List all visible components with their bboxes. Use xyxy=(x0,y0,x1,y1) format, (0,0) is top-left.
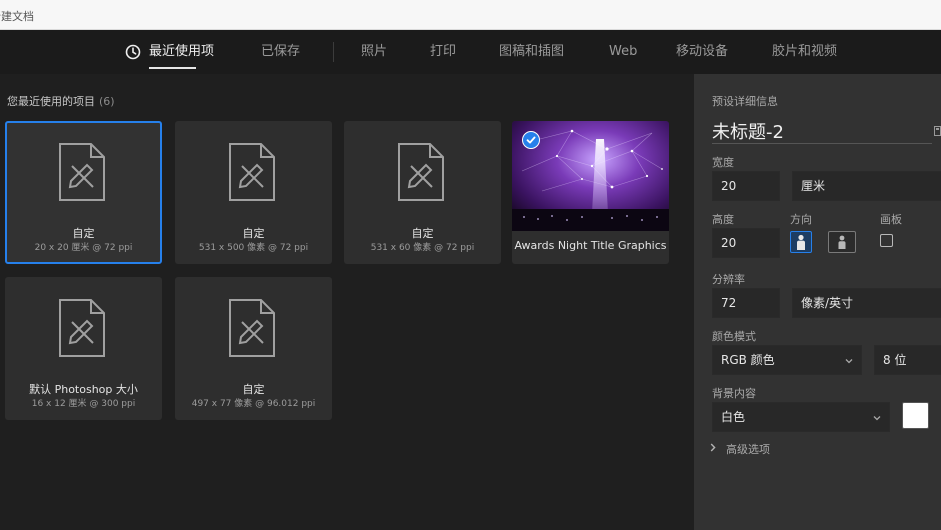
advanced-options-label: 高级选项 xyxy=(726,443,770,456)
recent-count: (6) xyxy=(99,95,115,108)
window-titlebar: 新建文档 xyxy=(0,0,941,30)
tab-web-label: Web xyxy=(609,44,638,59)
background-color-swatch[interactable] xyxy=(902,402,929,429)
tab-saved-label: 已保存 xyxy=(261,44,301,59)
template-card[interactable]: Awards Night Title Graphics xyxy=(512,121,669,264)
tab-photo-label: 照片 xyxy=(361,44,388,59)
document-preset-icon xyxy=(229,143,275,201)
width-unit-select[interactable]: 厘米 xyxy=(792,171,941,201)
tab-photo[interactable]: 照片 xyxy=(361,30,387,74)
background-contents-label: 背景内容 xyxy=(712,387,756,400)
active-tab-indicator xyxy=(149,67,196,69)
portrait-person-icon xyxy=(797,234,805,250)
tab-web[interactable]: Web xyxy=(609,30,637,74)
artboard-label: 画板 xyxy=(880,213,902,226)
document-preset-icon xyxy=(398,143,444,201)
width-input[interactable]: 20 xyxy=(712,171,780,201)
checkmark-icon xyxy=(522,131,540,149)
chevron-down-icon xyxy=(845,359,853,364)
recent-title-text: 您最近使用的项目 xyxy=(7,95,95,108)
recent-item-label: 自定 xyxy=(72,227,95,240)
orientation-portrait-button[interactable] xyxy=(790,231,812,253)
document-preset-icon xyxy=(59,143,105,201)
recent-item-label: 默认 Photoshop 大小 xyxy=(29,383,138,396)
recent-item-label: 自定 xyxy=(242,227,265,240)
recent-item-detail: 16 x 12 厘米 @ 300 ppi xyxy=(31,399,136,409)
recent-item-card[interactable]: 默认 Photoshop 大小 16 x 12 厘米 @ 300 ppi xyxy=(5,277,162,420)
preset-details-heading: 预设详细信息 xyxy=(712,95,778,108)
recent-items-pane: 您最近使用的项目 (6) 自定 20 x 20 厘米 @ 72 ppi 自定 53… xyxy=(0,74,694,530)
chevron-right-icon xyxy=(710,443,716,452)
recent-item-card[interactable]: 自定 531 x 60 像素 @ 72 ppi xyxy=(344,121,501,264)
clock-icon xyxy=(125,44,141,60)
tab-saved[interactable]: 已保存 xyxy=(261,30,300,74)
color-mode-label: 颜色模式 xyxy=(712,330,756,343)
save-preset-icon[interactable] xyxy=(934,126,941,136)
resolution-input[interactable]: 72 xyxy=(712,288,780,318)
window-title: 新建文档 xyxy=(0,10,34,23)
recent-item-detail: 531 x 60 像素 @ 72 ppi xyxy=(370,243,475,253)
height-input[interactable]: 20 xyxy=(712,228,780,258)
resolution-label: 分辨率 xyxy=(712,273,745,286)
recent-item-detail: 497 x 77 像素 @ 96.012 ppi xyxy=(191,399,316,409)
orientation-landscape-button[interactable] xyxy=(828,231,856,253)
document-name-underline xyxy=(712,143,932,144)
width-label: 宽度 xyxy=(712,156,734,169)
width-unit-value: 厘米 xyxy=(801,179,826,193)
artboard-checkbox[interactable] xyxy=(880,234,893,247)
landscape-person-icon xyxy=(838,235,846,249)
tab-art-illustration-label: 图稿和插图 xyxy=(499,44,565,59)
recent-section-title: 您最近使用的项目 (6) xyxy=(7,93,115,109)
recent-item-detail: 531 x 500 像素 @ 72 ppi xyxy=(198,243,309,253)
tab-print[interactable]: 打印 xyxy=(430,30,456,74)
bit-depth-value: 8 位 xyxy=(883,353,907,367)
orientation-label: 方向 xyxy=(790,213,812,226)
recent-item-label: 自定 xyxy=(411,227,434,240)
height-label: 高度 xyxy=(712,213,734,226)
template-title: Awards Night Title Graphics xyxy=(514,239,667,252)
bit-depth-select[interactable]: 8 位 xyxy=(874,345,941,375)
resolution-unit-value: 像素/英寸 xyxy=(801,296,854,310)
tab-mobile-label: 移动设备 xyxy=(676,44,729,59)
tab-art-illustration[interactable]: 图稿和插图 xyxy=(499,30,564,74)
tab-film-video[interactable]: 胶片和视频 xyxy=(772,30,837,74)
recent-item-detail: 20 x 20 厘米 @ 72 ppi xyxy=(34,243,133,253)
recent-item-card[interactable]: 自定 497 x 77 像素 @ 96.012 ppi xyxy=(175,277,332,420)
color-mode-value: RGB 颜色 xyxy=(721,353,775,367)
document-name-input[interactable]: 未标题-2 xyxy=(712,118,784,144)
tab-film-video-label: 胶片和视频 xyxy=(772,44,838,59)
preset-category-tabs: 最近使用项 已保存 照片 打印 图稿和插图 Web 移动设备 胶片和视频 xyxy=(0,30,941,74)
recent-item-card[interactable]: 自定 531 x 500 像素 @ 72 ppi xyxy=(175,121,332,264)
document-preset-icon xyxy=(59,299,105,357)
chevron-down-icon xyxy=(873,416,881,421)
template-thumbnail xyxy=(512,121,669,231)
color-mode-select[interactable]: RGB 颜色 xyxy=(712,345,862,375)
tab-print-label: 打印 xyxy=(430,44,457,59)
recent-item-label: 自定 xyxy=(242,383,265,396)
preset-details-panel: 预设详细信息 未标题-2 宽度 20 厘米 高度 20 方向 画板 分辨率 72… xyxy=(694,74,941,530)
recent-item-card[interactable]: 自定 20 x 20 厘米 @ 72 ppi xyxy=(5,121,162,264)
document-preset-icon xyxy=(229,299,275,357)
resolution-unit-select[interactable]: 像素/英寸 xyxy=(792,288,941,318)
background-contents-value: 白色 xyxy=(721,410,746,424)
tab-divider xyxy=(333,42,334,62)
background-contents-select[interactable]: 白色 xyxy=(712,402,890,432)
tab-mobile[interactable]: 移动设备 xyxy=(676,30,728,74)
